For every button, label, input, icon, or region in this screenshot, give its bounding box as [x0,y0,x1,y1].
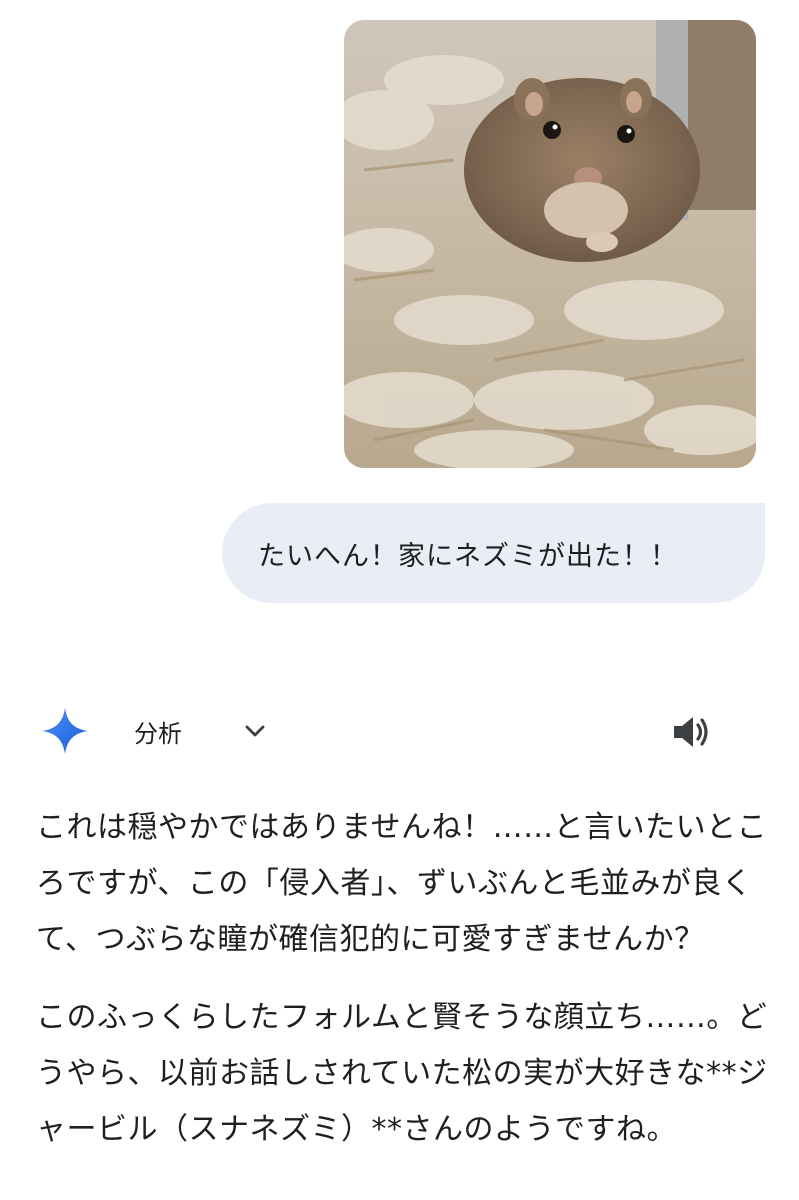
user-message-text: たいへん！家にネズミが出た！！ [258,540,678,572]
attached-photo[interactable] [344,20,756,468]
response-paragraph: このふっくらしたフォルムと賢そうな顔立ち……。どうやら、以前お話しされていた松の… [36,1000,768,1147]
chevron-down-icon[interactable] [242,718,268,744]
gemini-sparkle-icon [42,708,88,754]
gerbil-photo-icon [344,20,756,468]
user-message-bubble: たいへん！家にネズミが出た！！ [222,503,765,603]
response-header: 分析 [0,700,799,760]
speaker-icon[interactable] [666,708,714,756]
response-body: これは穏やかではありませんね！……と言いたいところですが、この「侵入者」、ずいぶ… [36,800,776,1180]
mode-label[interactable]: 分析 [134,714,182,749]
response-paragraph: これは穏やかではありませんね！……と言いたいところですが、この「侵入者」、ずいぶ… [36,810,768,957]
